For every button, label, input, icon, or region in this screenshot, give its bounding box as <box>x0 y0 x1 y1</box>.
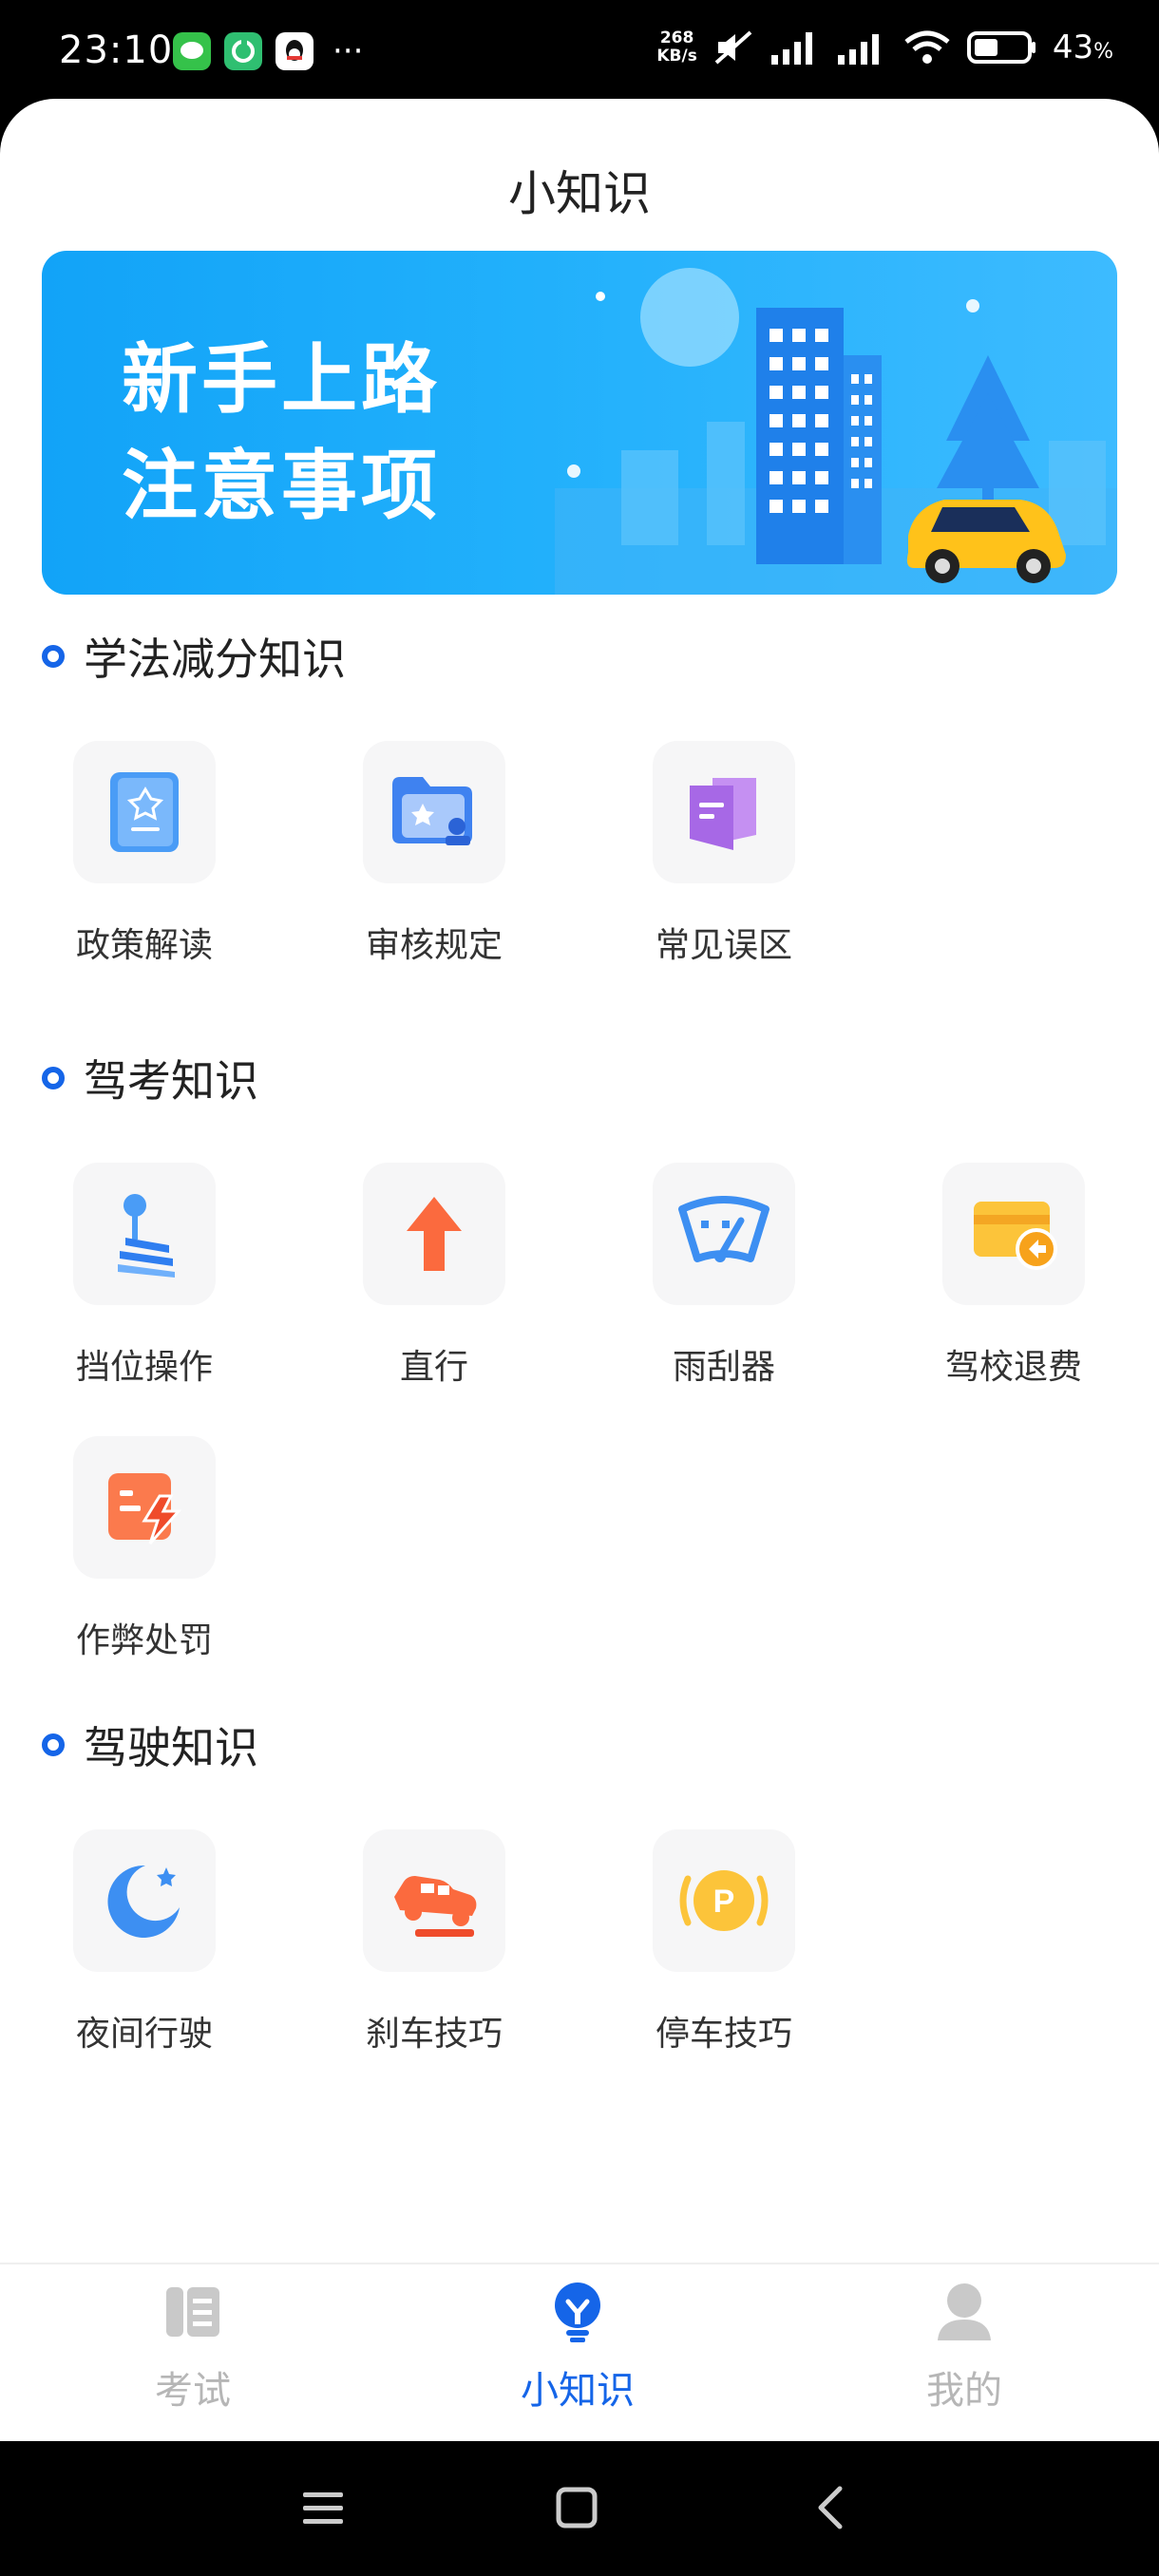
policy-book-icon <box>73 741 216 883</box>
tile-parking-skills[interactable]: P 停车技巧 <box>610 1829 838 2055</box>
home-icon[interactable] <box>539 2479 615 2536</box>
status-time: 23:10 <box>59 28 174 72</box>
lightbulb-icon <box>454 2274 701 2350</box>
battery-icon <box>966 31 1036 64</box>
tile-brake-skills[interactable]: 刹车技巧 <box>320 1829 548 2055</box>
tile-driving-school-refund[interactable]: 驾校退费 <box>900 1163 1128 1389</box>
user-icon <box>841 2274 1088 2350</box>
menu-icon[interactable] <box>285 2479 361 2536</box>
signal-hd-icon <box>837 34 879 65</box>
section-dot-icon <box>42 645 65 668</box>
banner-headline: 新手上路 注意事项 <box>122 335 441 530</box>
net-speed: 268 KB/s <box>656 28 697 66</box>
notification-icons: ··· <box>173 32 363 70</box>
tile-go-straight[interactable]: 直行 <box>320 1163 548 1389</box>
battery-percent: 43% <box>1052 28 1113 66</box>
status-right: 268 KB/s 43% <box>656 28 1113 66</box>
back-icon[interactable] <box>792 2479 868 2536</box>
gear-shift-icon <box>73 1163 216 1305</box>
straight-arrow-icon <box>363 1163 505 1305</box>
signal-icon <box>770 32 812 65</box>
tab-knowledge[interactable]: 小知识 <box>454 2274 701 2415</box>
mute-icon <box>714 30 752 65</box>
wiper-icon <box>653 1163 795 1305</box>
banner[interactable]: 新手上路 注意事项 <box>42 251 1117 595</box>
parking-icon: P <box>653 1829 795 1972</box>
cheating-penalty-icon <box>73 1436 216 1579</box>
tile-policy-interpretation[interactable]: 政策解读 <box>30 741 258 967</box>
tile-review-rules[interactable]: 审核规定 <box>320 741 548 967</box>
tile-night-driving[interactable]: 夜间行驶 <box>30 1829 258 2055</box>
brake-car-icon <box>363 1829 505 1972</box>
section-title-exam: 驾考知识 <box>42 1047 258 1109</box>
tab-profile[interactable]: 我的 <box>841 2274 1088 2415</box>
tab-exam[interactable]: 考试 <box>69 2274 316 2415</box>
more-notifications-icon: ··· <box>332 32 364 70</box>
bottom-tab-bar: 考试 小知识 我的 <box>0 2263 1159 2441</box>
section-title-law: 学法减分知识 <box>42 625 346 688</box>
main-content: 小知识 新手上路 注意事项 学法减分知识 政策解读 审核规定 常见误区 驾考知识… <box>0 99 1159 2441</box>
svg-text:P: P <box>713 1884 735 1920</box>
section-title-driving: 驾驶知识 <box>42 1714 258 1776</box>
sync-app-icon <box>224 32 262 70</box>
message-app-icon <box>173 32 211 70</box>
section-dot-icon <box>42 1733 65 1756</box>
qq-app-icon <box>276 32 314 70</box>
page-title: 小知识 <box>508 166 651 221</box>
tile-gear-operation[interactable]: 挡位操作 <box>30 1163 258 1389</box>
refund-card-icon <box>942 1163 1085 1305</box>
tile-cheating-penalty[interactable]: 作弊处罚 <box>30 1436 258 1662</box>
system-nav-bar <box>0 2441 1159 2576</box>
exam-list-icon <box>69 2274 316 2350</box>
misconception-icon <box>653 741 795 883</box>
status-bar: 23:10 ··· 268 KB/s 43% <box>0 0 1159 104</box>
moon-icon <box>73 1829 216 1972</box>
tile-common-misconceptions[interactable]: 常见误区 <box>610 741 838 967</box>
section-dot-icon <box>42 1067 65 1089</box>
wifi-icon <box>904 30 950 64</box>
tile-wiper[interactable]: 雨刮器 <box>610 1163 838 1389</box>
review-folder-icon <box>363 741 505 883</box>
